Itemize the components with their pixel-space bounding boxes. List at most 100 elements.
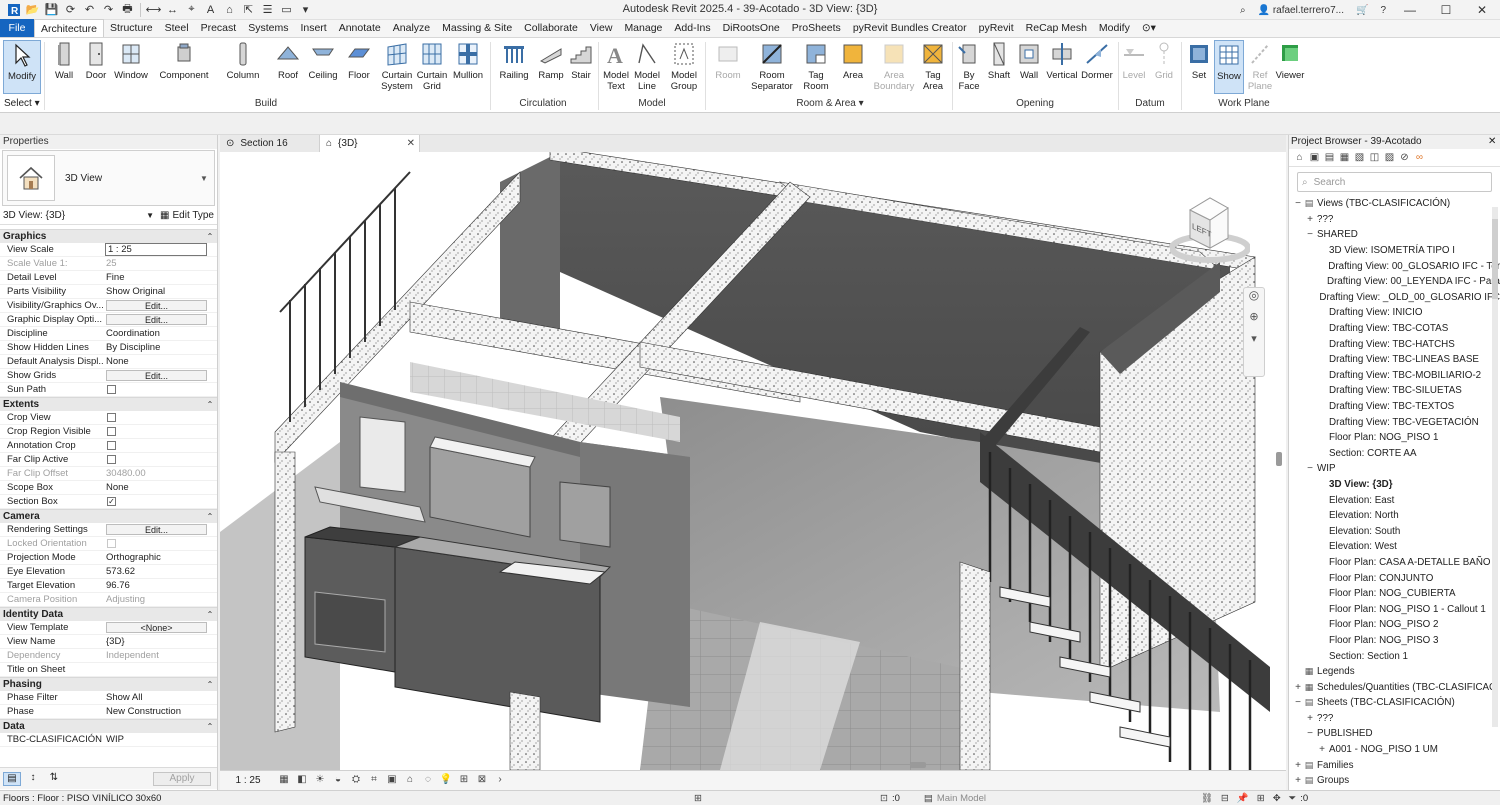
property-checkbox[interactable]: ✓	[107, 497, 116, 506]
property-value[interactable]: Show Original	[103, 285, 217, 298]
detail-level-icon[interactable]: ▦	[276, 774, 292, 788]
browser-tree-item[interactable]: Section: Section 1	[1289, 648, 1500, 664]
tab-recap-mesh[interactable]: ReCap Mesh	[1020, 19, 1093, 37]
viewcube[interactable]: LEFT	[1169, 190, 1251, 270]
collapse-icon[interactable]: −	[1305, 229, 1315, 240]
tab-dirootsone[interactable]: DiRootsOne	[717, 19, 786, 37]
property-value[interactable]: New Construction	[103, 705, 217, 718]
component-button[interactable]: Component	[157, 40, 211, 81]
categorized-icon[interactable]: ▤	[3, 771, 21, 786]
property-edit-button[interactable]: Edit...	[106, 314, 207, 325]
browser-tree-item[interactable]: Drafting View: 00_GLOSARIO IFC - Ter	[1289, 258, 1500, 274]
browser-tree-item[interactable]: + ▤ Groups	[1289, 773, 1500, 789]
browser-tree-item[interactable]: Drafting View: TBC-LINEAS BASE	[1289, 352, 1500, 368]
collapse-icon[interactable]: ⌃	[203, 678, 217, 691]
browser-tree-item[interactable]: Elevation: West	[1289, 539, 1500, 555]
browser-tree-item[interactable]: Floor Plan: NOG_CUBIERTA	[1289, 586, 1500, 602]
select-by-face-icon[interactable]: ⊞	[1253, 793, 1269, 804]
select-dropdown[interactable]: Select ▾	[4, 98, 40, 109]
worksets-icon[interactable]: ⊞	[690, 793, 706, 804]
horizontal-scrollbar-thumb[interactable]	[910, 762, 926, 768]
browser-search-field[interactable]: ⌕ Search	[1297, 172, 1492, 192]
edit-type-button[interactable]: ▦ Edit Type	[160, 210, 214, 221]
collapse-icon[interactable]: ⌃	[203, 398, 217, 411]
analytical-model-icon[interactable]: ⊠	[474, 774, 490, 788]
reveal-hidden-icon[interactable]: 💡	[438, 774, 454, 788]
help-icon[interactable]: ?	[1374, 0, 1392, 20]
minimize-icon[interactable]: —	[1392, 0, 1428, 20]
browser-tree-item[interactable]: + A001 - NOG_PISO 1 UM	[1289, 742, 1500, 758]
tab-structure[interactable]: Structure	[104, 19, 159, 37]
property-value[interactable]: WIP	[103, 733, 217, 746]
close-icon[interactable]: ✕	[407, 138, 415, 149]
shaft-button[interactable]: Shaft	[985, 40, 1013, 81]
property-group-header[interactable]: Data ⌃	[0, 719, 217, 733]
property-edit-button[interactable]: <None>	[106, 622, 207, 633]
property-edit-button[interactable]: Edit...	[106, 524, 207, 535]
select-links-icon[interactable]: ⛓	[1197, 793, 1217, 804]
property-value[interactable]: 573.62	[103, 565, 217, 578]
views-icon[interactable]: ▣	[1308, 151, 1321, 164]
tag-room-button[interactable]: Tag Room	[801, 40, 831, 92]
browser-tree-item[interactable]: Elevation: East	[1289, 492, 1500, 508]
collapse-icon[interactable]: −	[1293, 198, 1303, 209]
chevron-down-icon[interactable]: ▼	[146, 211, 154, 220]
property-value[interactable]: Fine	[103, 271, 217, 284]
expand-icon[interactable]: +	[1293, 682, 1303, 693]
vertical-scrollbar-thumb[interactable]	[1276, 452, 1282, 466]
property-group-header[interactable]: Identity Data ⌃	[0, 607, 217, 621]
editable-only-icon[interactable]: ⊡	[876, 793, 892, 804]
property-group-header[interactable]: Graphics ⌃	[0, 229, 217, 243]
stair-button[interactable]: Stair	[568, 40, 594, 81]
tab-pyrevit-bundles-creator[interactable]: pyRevit Bundles Creator	[847, 19, 973, 37]
browser-scrollbar[interactable]	[1492, 207, 1498, 727]
tab-systems[interactable]: Systems	[242, 19, 294, 37]
filter-icon[interactable]: ⏷	[1285, 793, 1301, 804]
drag-elements-icon[interactable]: ✥	[1269, 793, 1285, 804]
show-button[interactable]: Show	[1214, 40, 1244, 94]
property-checkbox[interactable]	[107, 455, 116, 464]
column-button[interactable]: Column	[225, 40, 261, 81]
sort-za-icon[interactable]: ⇅	[45, 772, 63, 786]
property-group-header[interactable]: Phasing ⌃	[0, 677, 217, 691]
model-group-button[interactable]: Model Group	[668, 40, 700, 92]
tab-manage[interactable]: Manage	[618, 19, 668, 37]
property-value[interactable]: None	[103, 481, 217, 494]
wall-opening-button[interactable]: Wall	[1016, 40, 1042, 81]
browser-tree-item[interactable]: − PUBLISHED	[1289, 726, 1500, 742]
door-button[interactable]: Door	[83, 40, 109, 81]
property-value[interactable]	[103, 663, 217, 676]
property-group-header[interactable]: Camera ⌃	[0, 509, 217, 523]
crop-view-icon[interactable]: ⌗	[366, 774, 382, 788]
browser-tree-item[interactable]: − WIP	[1289, 461, 1500, 477]
browser-tree-item[interactable]: Elevation: North	[1289, 508, 1500, 524]
browser-tree-item[interactable]: ▦ Legends	[1289, 664, 1500, 680]
browser-tree-item[interactable]: Floor Plan: NOG_PISO 3	[1289, 633, 1500, 649]
tab-view[interactable]: View	[584, 19, 619, 37]
browser-tree-item[interactable]: Floor Plan: CONJUNTO	[1289, 570, 1500, 586]
revit-logo-icon[interactable]: R	[4, 1, 23, 19]
curtain-grid-button[interactable]: Curtain Grid	[416, 40, 448, 92]
browser-tree-item[interactable]: − SHARED	[1289, 227, 1500, 243]
collapse-icon[interactable]: −	[1305, 463, 1315, 474]
browser-tree-item[interactable]: +???	[1289, 212, 1500, 228]
browser-tree-item[interactable]: +???	[1289, 711, 1500, 727]
instance-selector[interactable]: 3D View: {3D}	[3, 210, 146, 221]
dimension-icon[interactable]: ↔	[163, 1, 182, 19]
tab-annotate[interactable]: Annotate	[333, 19, 387, 37]
browser-tree-item[interactable]: Drafting View: TBC-VEGETACIÓN	[1289, 414, 1500, 430]
tab-massing-site[interactable]: Massing & Site	[436, 19, 518, 37]
families-icon[interactable]: ◫	[1368, 151, 1381, 164]
thin-lines-icon[interactable]: ☰	[258, 1, 277, 19]
expand-icon[interactable]: +	[1293, 760, 1303, 771]
home-icon[interactable]: ⌂	[1293, 151, 1306, 164]
browser-tree-item[interactable]: Drafting View: INICIO	[1289, 305, 1500, 321]
tab-collaborate[interactable]: Collaborate	[518, 19, 584, 37]
sort-az-icon[interactable]: ↕	[24, 772, 42, 786]
property-group-header[interactable]: Extents ⌃	[0, 397, 217, 411]
browser-tree-item[interactable]: + ▤ Families	[1289, 757, 1500, 773]
browser-tree-item[interactable]: Floor Plan: CASA A-DETALLE BAÑO	[1289, 555, 1500, 571]
model-line-button[interactable]: Model Line	[632, 40, 662, 92]
browser-scrollbar-thumb[interactable]	[1492, 219, 1498, 299]
3d-view-icon[interactable]: ⌂	[220, 1, 239, 19]
